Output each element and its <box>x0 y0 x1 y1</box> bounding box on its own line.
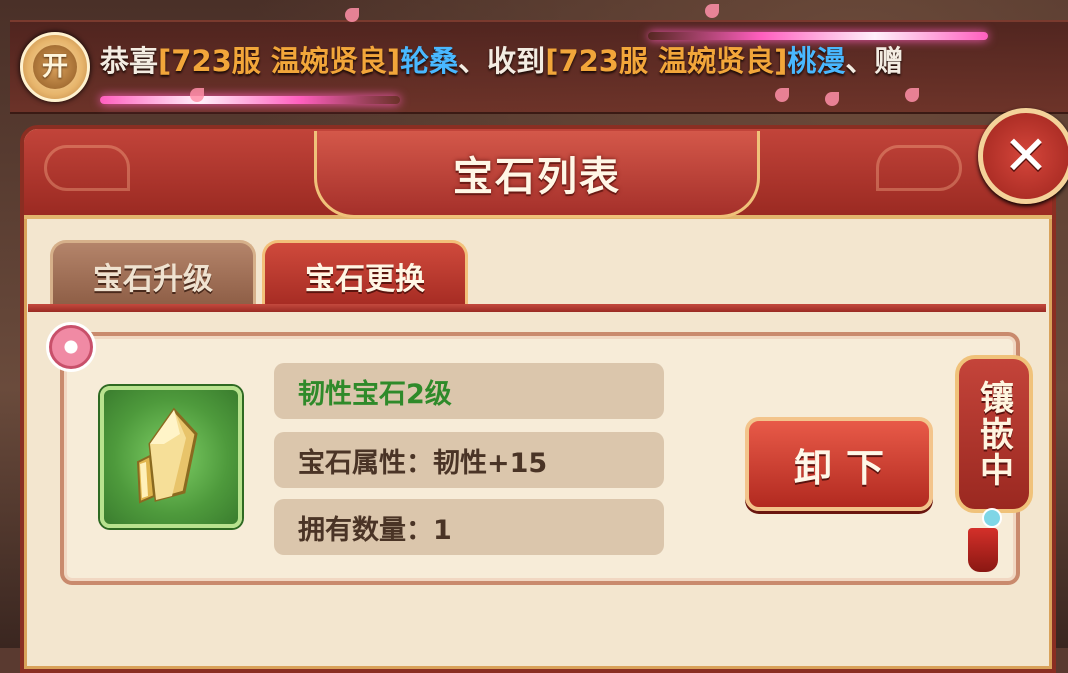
tassel-bead-icon <box>982 508 1002 528</box>
unload-gem-button[interactable]: 卸下 <box>745 417 933 511</box>
petal-icon <box>775 88 789 102</box>
unload-gem-label: 卸下 <box>793 445 898 490</box>
yellow-crystal-gem-icon <box>136 407 198 504</box>
header-swirl-decoration <box>876 145 962 191</box>
banner-glow-bottom <box>100 96 400 104</box>
petal-icon <box>345 8 359 22</box>
gem-quantity: 拥有数量：1 <box>274 499 664 555</box>
flower-decoration-icon <box>46 322 96 372</box>
title-plate: 宝石列表 <box>314 131 760 218</box>
announcement-player-name: 轮桑 <box>400 44 459 78</box>
tab-gem-upgrade[interactable]: 宝石升级 <box>50 240 256 309</box>
announcement-server-name: [723服 温婉贤良] <box>158 44 401 78</box>
header-swirl-decoration <box>44 145 130 191</box>
petal-icon <box>905 88 919 102</box>
close-icon: ✕ <box>1003 124 1049 187</box>
petal-icon <box>190 88 204 102</box>
announcement-text: 恭喜[723服 温婉贤良]轮桑、收到[723服 温婉贤良]桃漫、赠 <box>100 38 903 80</box>
tab-gem-replace[interactable]: 宝石更换 <box>262 240 468 309</box>
status-label: 镶嵌中 <box>973 380 1014 488</box>
gem-name: 韧性宝石2级 <box>274 363 664 419</box>
tab-underline <box>28 304 1046 312</box>
announcement-segment: 、收到 <box>458 44 546 78</box>
announcement-server-name: [723服 温婉贤良] <box>545 44 788 78</box>
announcement-segment: 恭喜 <box>100 44 159 78</box>
banner-badge-icon[interactable]: 开 <box>20 32 90 102</box>
tab-label: 宝石升级 <box>93 262 213 297</box>
banner-badge-label: 开 <box>33 45 77 89</box>
announcement-player-name: 桃漫 <box>787 44 846 78</box>
panel-header: 宝石列表 <box>24 129 1052 219</box>
petal-icon <box>825 92 839 106</box>
tab-label: 宝石更换 <box>305 262 425 297</box>
panel-title: 宝石列表 <box>453 154 621 200</box>
inlaid-status-tag: 镶嵌中 <box>955 355 1033 513</box>
gem-attribute: 宝石属性：韧性+15 <box>274 432 664 488</box>
close-button[interactable]: ✕ <box>978 108 1068 204</box>
tassel-icon <box>968 528 998 572</box>
announcement-segment: 、赠 <box>845 44 904 78</box>
gem-slot[interactable] <box>100 386 242 528</box>
petal-icon <box>705 4 719 18</box>
